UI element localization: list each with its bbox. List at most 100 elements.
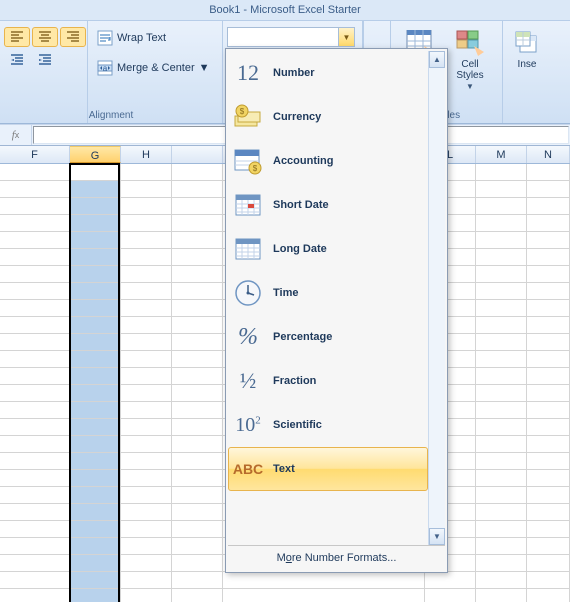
cell[interactable] — [476, 589, 527, 602]
number-format-item-fraction[interactable]: ½Fraction — [228, 359, 428, 403]
cell[interactable] — [172, 487, 223, 504]
cell[interactable] — [476, 504, 527, 521]
cell[interactable] — [0, 317, 70, 334]
cell[interactable] — [70, 402, 121, 419]
cell[interactable] — [0, 504, 70, 521]
increase-indent-button[interactable] — [32, 50, 58, 70]
number-format-item-number[interactable]: 12Number — [228, 51, 428, 95]
cell[interactable] — [527, 504, 570, 521]
cell[interactable] — [70, 470, 121, 487]
cell[interactable] — [70, 351, 121, 368]
cell[interactable] — [223, 589, 425, 602]
cell[interactable] — [172, 215, 223, 232]
cell[interactable] — [70, 453, 121, 470]
cell[interactable] — [70, 385, 121, 402]
cell[interactable] — [70, 249, 121, 266]
cell[interactable] — [0, 470, 70, 487]
cell[interactable] — [121, 504, 172, 521]
cell[interactable] — [0, 368, 70, 385]
cell[interactable] — [0, 555, 70, 572]
cell[interactable] — [476, 385, 527, 402]
cell[interactable] — [527, 334, 570, 351]
align-bottom-button[interactable] — [60, 27, 86, 47]
cell[interactable] — [70, 215, 121, 232]
cell[interactable] — [527, 317, 570, 334]
scroll-up-button[interactable]: ▲ — [429, 51, 445, 68]
cell[interactable] — [527, 249, 570, 266]
cell[interactable] — [70, 572, 121, 589]
cell[interactable] — [476, 487, 527, 504]
cell[interactable] — [0, 198, 70, 215]
column-header[interactable] — [172, 146, 223, 163]
cell[interactable] — [121, 470, 172, 487]
align-top-button[interactable] — [4, 27, 30, 47]
cell[interactable] — [172, 300, 223, 317]
cell[interactable] — [172, 249, 223, 266]
cell[interactable] — [70, 283, 121, 300]
cell[interactable] — [121, 351, 172, 368]
cell[interactable] — [527, 538, 570, 555]
cell[interactable] — [121, 572, 172, 589]
cell[interactable] — [0, 402, 70, 419]
cell[interactable] — [121, 232, 172, 249]
number-format-item-text[interactable]: ABCText — [228, 447, 428, 491]
cell[interactable] — [172, 402, 223, 419]
cell[interactable] — [527, 436, 570, 453]
cell[interactable] — [527, 589, 570, 602]
cell[interactable] — [527, 164, 570, 181]
cell[interactable] — [0, 419, 70, 436]
fx-icon[interactable]: fx — [0, 125, 32, 145]
cell[interactable] — [527, 402, 570, 419]
cell[interactable] — [476, 300, 527, 317]
cell[interactable] — [0, 436, 70, 453]
cell[interactable] — [223, 572, 425, 589]
cell[interactable] — [121, 300, 172, 317]
cell[interactable] — [121, 215, 172, 232]
cell[interactable] — [121, 555, 172, 572]
cell[interactable] — [70, 266, 121, 283]
cell[interactable] — [476, 351, 527, 368]
cell[interactable] — [527, 555, 570, 572]
cell[interactable] — [70, 504, 121, 521]
cell[interactable] — [121, 589, 172, 602]
cell[interactable] — [527, 283, 570, 300]
cell[interactable] — [527, 368, 570, 385]
cell[interactable] — [527, 181, 570, 198]
insert-button[interactable]: Inse — [507, 25, 547, 71]
column-header[interactable]: M — [476, 146, 527, 163]
cell[interactable] — [476, 538, 527, 555]
number-format-item-scientific[interactable]: 102Scientific — [228, 403, 428, 447]
cell[interactable] — [527, 572, 570, 589]
cell[interactable] — [0, 215, 70, 232]
cell[interactable] — [70, 232, 121, 249]
cell[interactable] — [527, 232, 570, 249]
cell[interactable] — [172, 453, 223, 470]
cell[interactable] — [172, 351, 223, 368]
wrap-text-button[interactable]: Wrap Text — [92, 27, 218, 49]
cell[interactable] — [172, 538, 223, 555]
cell-styles-button[interactable]: Cell Styles ▼ — [445, 25, 495, 123]
cell[interactable] — [172, 555, 223, 572]
cell[interactable] — [527, 487, 570, 504]
cell[interactable] — [121, 334, 172, 351]
number-format-item-accounting[interactable]: $Accounting — [228, 139, 428, 183]
column-header[interactable]: G — [70, 146, 121, 163]
number-format-combo[interactable]: ▼ — [227, 27, 355, 47]
cell[interactable] — [0, 521, 70, 538]
cell[interactable] — [425, 572, 476, 589]
cell[interactable] — [172, 470, 223, 487]
cell[interactable] — [121, 419, 172, 436]
cell[interactable] — [527, 470, 570, 487]
cell[interactable] — [70, 487, 121, 504]
cell[interactable] — [476, 215, 527, 232]
column-header[interactable]: F — [0, 146, 70, 163]
cell[interactable] — [172, 504, 223, 521]
cell[interactable] — [0, 385, 70, 402]
cell[interactable] — [0, 351, 70, 368]
cell[interactable] — [121, 521, 172, 538]
cell[interactable] — [476, 402, 527, 419]
cell[interactable] — [0, 249, 70, 266]
cell[interactable] — [476, 555, 527, 572]
cell[interactable] — [121, 487, 172, 504]
scroll-down-button[interactable]: ▼ — [429, 528, 445, 545]
